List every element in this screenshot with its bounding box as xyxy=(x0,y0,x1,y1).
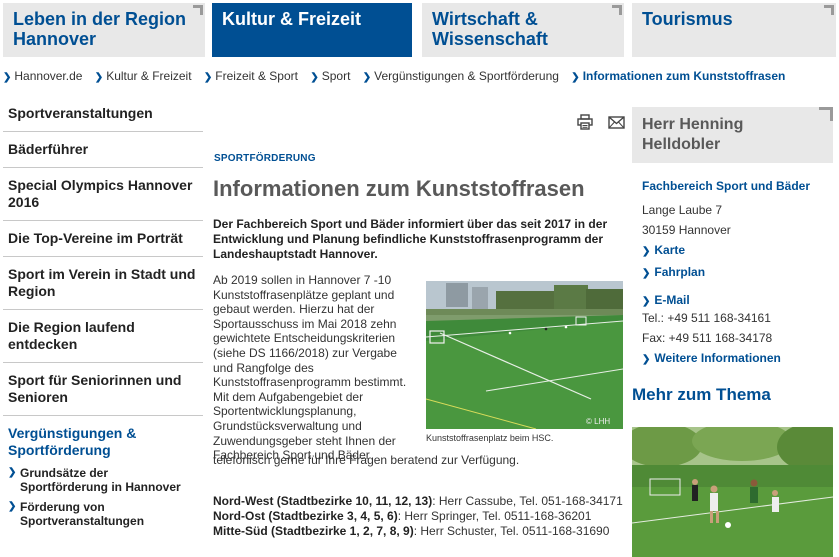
sidebar-item[interactable]: Special Olympics Hannover 2016 xyxy=(3,168,203,221)
sidebar-item[interactable]: Sport im Verein in Stadt und Region xyxy=(3,257,203,310)
contact-row: Nord-Ost (Stadtbezirke 3, 4, 5, 6): Herr… xyxy=(213,509,592,523)
chevron-right-icon: ❯ xyxy=(571,72,580,83)
sidebar-item-active[interactable]: Vergünstigungen & Sportförderung xyxy=(3,416,203,463)
corner-marker-icon xyxy=(612,3,624,15)
chevron-right-icon: ❯ xyxy=(642,268,651,279)
contact-name: Herr Henning Helldobler xyxy=(642,116,744,153)
sidebar-item[interactable]: Die Top-Vereine im Porträt xyxy=(3,221,203,257)
sidebar-subitem[interactable]: ❯ Förderung von Sportveranstaltungen xyxy=(3,497,203,531)
timetable-link[interactable]: ❯ Fahrplan xyxy=(642,262,832,284)
contact-street: Lange Laube 7 xyxy=(642,203,723,217)
breadcrumb-item[interactable]: ❯ Hannover.de xyxy=(3,69,82,83)
breadcrumb-item[interactable]: ❯ Freizeit & Sport xyxy=(204,69,298,83)
soccer-players-photo[interactable] xyxy=(632,427,833,557)
nav-tab-leben[interactable]: Leben in der Region Hannover xyxy=(3,3,205,57)
article-body: Ab 2019 sollen in Hannover 7 -10 Kunstst… xyxy=(213,273,407,463)
article-body-tail: telefonisch gerne für Ihre Fragen berate… xyxy=(213,453,520,467)
chevron-right-icon: ❯ xyxy=(642,354,651,365)
nav-tab-label: Hannover xyxy=(13,29,97,49)
article-kicker: SPORTFÖRDERUNG xyxy=(214,153,316,164)
contact-city: 30159 Hannover xyxy=(642,223,731,237)
contact-list: Nord-West (Stadtbezirke 10, 11, 12, 13):… xyxy=(213,494,623,539)
chevron-right-icon: ❯ xyxy=(642,296,651,307)
football-field-photo[interactable]: © LHH xyxy=(426,281,623,429)
breadcrumb-item[interactable]: ❯ Sport xyxy=(310,69,350,83)
sidebar-item[interactable]: Die Region laufend entdecken xyxy=(3,310,203,363)
chevron-right-icon: ❯ xyxy=(642,246,651,257)
article-figure: © LHH Kunststoffrasenplatz beim HSC. xyxy=(426,281,623,443)
print-icon[interactable] xyxy=(577,114,593,135)
map-link[interactable]: ❯ Karte xyxy=(642,240,832,262)
chevron-right-icon: ❯ xyxy=(8,467,17,478)
breadcrumb-current: ❯ Informationen zum Kunststoffrasen xyxy=(571,69,786,83)
photo-credit: © LHH xyxy=(586,417,610,426)
corner-marker-icon xyxy=(819,107,833,121)
nav-tab-kultur[interactable]: Kultur & Freizeit xyxy=(212,3,412,57)
chevron-right-icon: ❯ xyxy=(8,501,17,512)
contact-fax: Fax: +49 511 168-34178 xyxy=(642,331,773,345)
contact-row: Mitte-Süd (Stadtbezirke 1, 2, 7, 8, 9): … xyxy=(213,524,610,538)
breadcrumb: ❯ Hannover.de ❯ Kultur & Freizeit ❯ Freizei… xyxy=(3,69,836,85)
breadcrumb-item[interactable]: ❯ Kultur & Freizeit xyxy=(95,69,192,83)
nav-tab-label: Wirtschaft & xyxy=(432,9,538,29)
page-title: Informationen zum Kunststoffrasen xyxy=(213,176,585,201)
nav-tab-label: Leben in der Region xyxy=(13,9,187,29)
sidebar-item[interactable]: Bäderführer xyxy=(3,132,203,168)
contact-department[interactable]: Fachbereich Sport und Bäder xyxy=(642,176,832,196)
corner-marker-icon xyxy=(193,3,205,15)
chevron-right-icon: ❯ xyxy=(94,72,104,83)
nav-tab-label: Tourismus xyxy=(642,9,733,29)
sidebar-item[interactable]: Sportveranstaltungen xyxy=(3,96,203,132)
breadcrumb-item[interactable]: ❯ Vergünstigungen & Sportförderung xyxy=(363,69,559,83)
nav-tab-tourismus[interactable]: Tourismus xyxy=(632,3,836,57)
nav-tab-label: Wissenschaft xyxy=(432,29,548,49)
chevron-right-icon: ❯ xyxy=(203,72,213,83)
corner-marker-icon xyxy=(824,3,836,15)
contact-info: Fachbereich Sport und Bäder Lange Laube … xyxy=(642,176,832,370)
article-lead: Der Fachbereich Sport und Bäder informie… xyxy=(213,217,608,261)
figure-caption: Kunststoffrasenplatz beim HSC. xyxy=(426,433,554,443)
contact-row: Nord-West (Stadtbezirke 10, 11, 12, 13):… xyxy=(213,494,623,508)
main-navigation: Leben in der Region Hannover Kultur & Fr… xyxy=(3,3,836,57)
chevron-right-icon: ❯ xyxy=(3,72,12,83)
sidebar-subitem[interactable]: ❯ Grundsätze der Sportförderung in Hannov… xyxy=(3,463,203,497)
nav-tab-label: Kultur & Freizeit xyxy=(222,9,362,29)
more-info-link[interactable]: ❯ Weitere Informationen xyxy=(642,348,832,370)
nav-tab-wirtschaft[interactable]: Wirtschaft & Wissenschaft xyxy=(422,3,624,57)
contact-header: Herr Henning Helldobler xyxy=(632,107,833,163)
chevron-right-icon: ❯ xyxy=(362,72,372,83)
sidebar-item[interactable]: Sport für Seniorinnen und Senioren xyxy=(3,363,203,416)
page-tools xyxy=(577,114,625,132)
mail-icon[interactable] xyxy=(608,116,625,134)
sidebar-navigation: Sportveranstaltungen Bäderführer Special… xyxy=(3,96,203,531)
contact-phone: Tel.: +49 511 168-34161 xyxy=(642,311,771,325)
related-heading: Mehr zum Thema xyxy=(632,385,771,404)
chevron-right-icon: ❯ xyxy=(310,72,319,83)
